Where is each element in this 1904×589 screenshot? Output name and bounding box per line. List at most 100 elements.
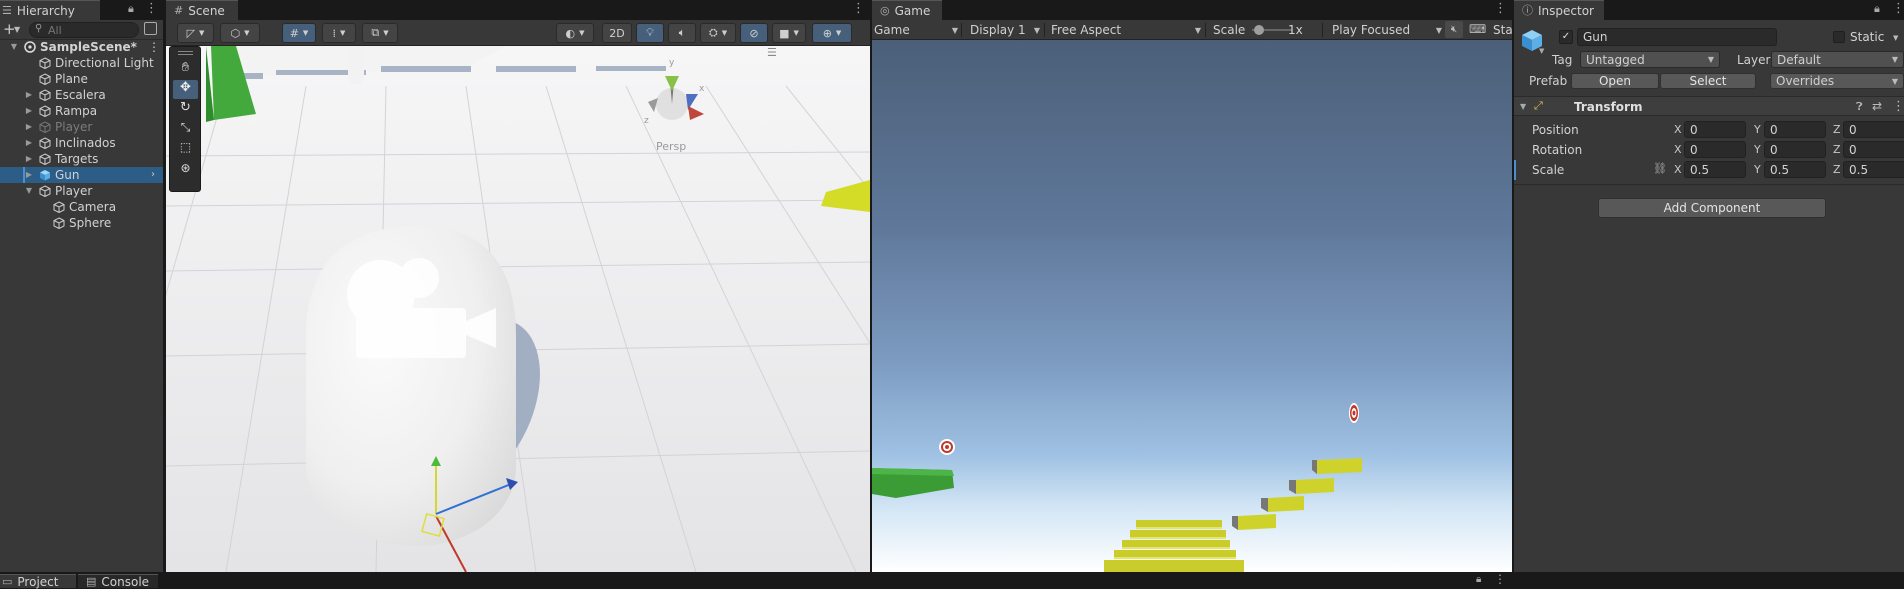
hierarchy-search-input[interactable] bbox=[48, 24, 134, 36]
transform-rotation-x-field[interactable]: 0 bbox=[1684, 141, 1746, 158]
scene-camera-button[interactable]: ■ ▼ bbox=[772, 23, 806, 43]
axis-x-label[interactable]: X bbox=[1674, 123, 1682, 136]
inspector-lock-icon[interactable]: 🔒︎ bbox=[1874, 2, 1880, 16]
chevron-down-icon[interactable]: ▼ bbox=[24, 183, 34, 199]
tag-dropdown[interactable]: Untagged ▼ bbox=[1580, 51, 1720, 68]
chevron-right-icon[interactable]: ▶ bbox=[24, 135, 34, 151]
hierarchy-search-box[interactable]: ⚲ bbox=[29, 22, 139, 38]
transform-position-x-field[interactable]: 0 bbox=[1684, 121, 1746, 138]
mute-audio-button[interactable]: 🔇︎ bbox=[1445, 21, 1463, 38]
shading-mode-button[interactable]: ◸ ▼ bbox=[177, 23, 214, 43]
align-button[interactable]: ⧉ ▼ bbox=[362, 23, 398, 43]
help-icon[interactable]: ❓︎ bbox=[1856, 100, 1863, 114]
scene-menu-icon[interactable]: ⋮ bbox=[852, 2, 865, 16]
object-name-field[interactable]: Gun bbox=[1577, 28, 1777, 46]
transform-scale-z-field[interactable]: 0.5 bbox=[1843, 161, 1904, 178]
hierarchy-item[interactable]: ▼ Player bbox=[0, 183, 163, 199]
chevron-down-icon[interactable]: ▼ bbox=[1893, 34, 1898, 42]
axis-z-label[interactable]: Z bbox=[1833, 163, 1841, 176]
chevron-down-icon[interactable]: ▼ bbox=[1539, 47, 1544, 55]
stats-button[interactable]: Stats bbox=[1493, 23, 1512, 37]
game-view-dropdown[interactable]: Game ▼ bbox=[874, 20, 958, 40]
axis-x-label[interactable]: X bbox=[1674, 163, 1682, 176]
transform-scale-label[interactable]: Scale bbox=[1532, 163, 1564, 177]
constrain-proportions-icon[interactable]: ⛓︎ bbox=[1653, 162, 1667, 175]
prefab-select-button[interactable]: Select bbox=[1660, 73, 1756, 89]
chevron-right-icon[interactable]: ▶ bbox=[24, 119, 34, 135]
chevron-right-icon[interactable]: ▶ bbox=[24, 151, 34, 167]
tab-game[interactable]: ◎ Game bbox=[872, 0, 942, 20]
scene-camera-mode-button[interactable]: ⬡ ▼ bbox=[220, 23, 260, 43]
transform-scale-x-field[interactable]: 0.5 bbox=[1684, 161, 1746, 178]
active-checkbox[interactable]: ✓ bbox=[1559, 30, 1573, 44]
scene-menu-icon[interactable]: ⋮ bbox=[148, 39, 160, 55]
move-tool-button[interactable]: ✥ bbox=[173, 80, 198, 99]
chevron-down-icon[interactable]: ▼ bbox=[9, 39, 19, 55]
hierarchy-item[interactable]: ▶ Rampa bbox=[0, 103, 163, 119]
transform-rotation-y-field[interactable]: 0 bbox=[1764, 141, 1826, 158]
hierarchy-menu-icon[interactable]: ⋮ bbox=[145, 2, 158, 16]
transform-position-z-field[interactable]: 0 bbox=[1843, 121, 1904, 138]
prefab-open-button[interactable]: Open bbox=[1571, 73, 1659, 89]
scale-slider-knob[interactable] bbox=[1253, 25, 1264, 35]
tab-inspector[interactable]: ⓘ Inspector bbox=[1514, 0, 1604, 20]
tab-scene[interactable]: # Scene bbox=[166, 0, 238, 20]
transform-scale-y-field[interactable]: 0.5 bbox=[1764, 161, 1826, 178]
rect-tool-button[interactable]: ⬚ bbox=[173, 140, 198, 159]
chevron-right-icon[interactable]: ▶ bbox=[24, 103, 34, 119]
static-checkbox[interactable] bbox=[1833, 31, 1845, 43]
increment-snap-button[interactable]: ⁞ ▼ bbox=[322, 23, 356, 43]
play-mode-dropdown[interactable]: Play Focused ▼ bbox=[1332, 20, 1442, 40]
layer-dropdown[interactable]: Default ▼ bbox=[1771, 51, 1904, 68]
transform-position-label[interactable]: Position bbox=[1532, 123, 1579, 137]
hierarchy-item[interactable]: ▼ SampleScene* ⋮ bbox=[0, 39, 163, 55]
transform-rotation-label[interactable]: Rotation bbox=[1532, 143, 1582, 157]
render-mode-button[interactable]: ◐ ▼ bbox=[556, 23, 594, 43]
lock-icon[interactable]: 🔒︎ bbox=[128, 2, 134, 16]
scale-slider[interactable] bbox=[1252, 25, 1292, 35]
scene-viewport[interactable]: ✋︎ ✥ ↻ ⤡ ⬚ ⊛ ☰ y x z Persp bbox=[166, 46, 870, 572]
tab-hierarchy[interactable]: ☰ Hierarchy bbox=[0, 0, 100, 20]
game-menu-icon[interactable]: ⋮ bbox=[1494, 2, 1507, 16]
grid-snap-button[interactable]: # ▼ bbox=[282, 23, 316, 43]
axis-z-label[interactable]: Z bbox=[1833, 123, 1841, 136]
hierarchy-item[interactable]: ▶ Player bbox=[0, 119, 163, 135]
transform-tool-button[interactable]: ⊛ bbox=[173, 161, 198, 180]
hierarchy-item[interactable]: Plane bbox=[0, 71, 163, 87]
hidden-objects-button[interactable]: ⊘ bbox=[740, 23, 768, 43]
palette-drag-handle[interactable] bbox=[178, 51, 193, 55]
overlay-menu-icon[interactable]: ☰ bbox=[767, 46, 777, 59]
inspector-menu-icon[interactable]: ⋮ bbox=[1892, 2, 1904, 16]
search-filter-icon[interactable] bbox=[144, 22, 157, 35]
chevron-right-icon[interactable]: › bbox=[151, 167, 155, 183]
persp-label[interactable]: Persp bbox=[656, 140, 686, 153]
transform-header[interactable]: ▼ ⤢ Transform ❓︎ ⇄ ⋮ bbox=[1514, 96, 1904, 116]
audio-toggle-button[interactable]: 🔈︎ bbox=[668, 23, 696, 43]
lighting-toggle-button[interactable]: 💡︎ bbox=[636, 23, 664, 43]
axis-y-label[interactable]: Y bbox=[1754, 123, 1761, 136]
transform-rotation-z-field[interactable]: 0 bbox=[1843, 141, 1904, 158]
chevron-down-icon[interactable]: ▼ bbox=[14, 25, 20, 34]
display-dropdown[interactable]: Display 1 ▼ bbox=[970, 20, 1040, 40]
prefab-overrides-dropdown[interactable]: Overrides ▼ bbox=[1770, 73, 1904, 89]
hierarchy-item[interactable]: Camera bbox=[0, 199, 163, 215]
hierarchy-item[interactable]: ▶ Inclinados bbox=[0, 135, 163, 151]
hierarchy-item[interactable]: ▶ Targets bbox=[0, 151, 163, 167]
hierarchy-item[interactable]: ▶ Escalera bbox=[0, 87, 163, 103]
axis-y-label[interactable]: Y bbox=[1754, 143, 1761, 156]
transform-position-y-field[interactable]: 0 bbox=[1764, 121, 1826, 138]
hierarchy-item[interactable]: ▶ Gun › bbox=[0, 167, 163, 183]
bottom-menu-icon[interactable]: ⋮ bbox=[1494, 572, 1506, 586]
2d-toggle-button[interactable]: 2D bbox=[602, 23, 632, 43]
axis-y-label[interactable]: Y bbox=[1754, 163, 1761, 176]
hierarchy-item[interactable]: Directional Light bbox=[0, 55, 163, 71]
effects-button[interactable]: ⛭ ▼ bbox=[700, 23, 736, 43]
chevron-right-icon[interactable]: ▶ bbox=[24, 87, 34, 103]
axis-x-label[interactable]: X bbox=[1674, 143, 1682, 156]
add-component-button[interactable]: Add Component bbox=[1598, 198, 1826, 218]
hierarchy-item[interactable]: Sphere bbox=[0, 215, 163, 231]
rotate-tool-button[interactable]: ↻ bbox=[173, 100, 198, 119]
keyboard-icon[interactable]: ⌨︎ bbox=[1469, 22, 1486, 36]
scale-tool-button[interactable]: ⤡ bbox=[173, 120, 198, 139]
component-menu-icon[interactable]: ⋮ bbox=[1892, 99, 1904, 114]
